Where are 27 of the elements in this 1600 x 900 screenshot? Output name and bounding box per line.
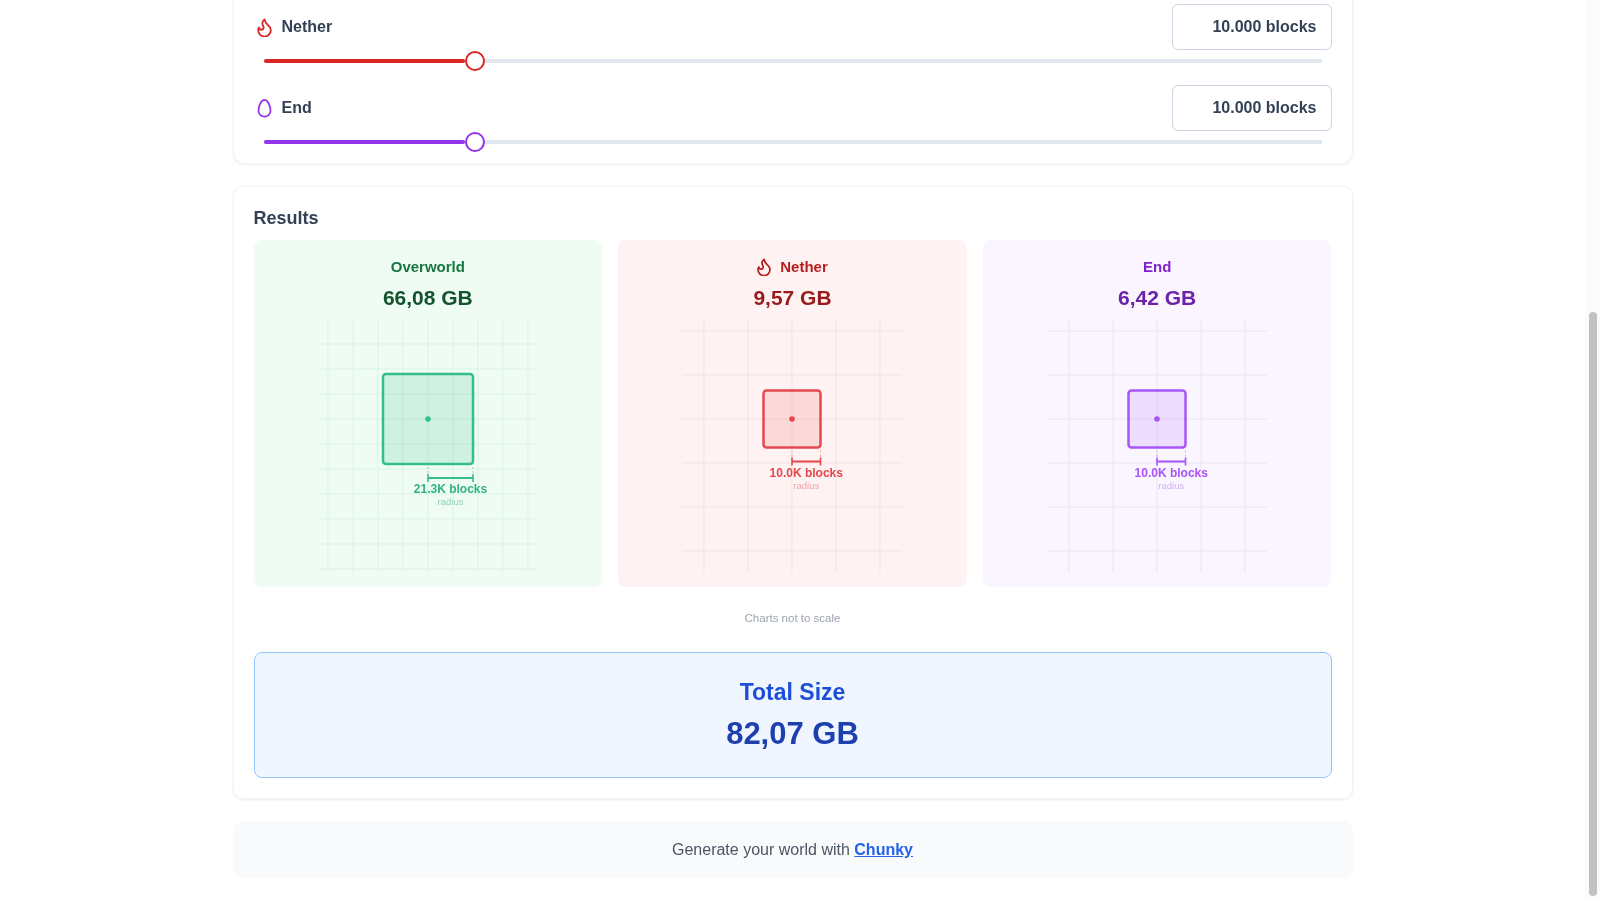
dimension-label: End xyxy=(281,99,312,117)
radius-caption: radius xyxy=(1158,479,1185,491)
results-heading: Results xyxy=(253,207,320,230)
dimension-title: Nether xyxy=(780,257,828,277)
size-value: 9,57 GB xyxy=(753,285,832,311)
size-value: 66,08 GB xyxy=(382,285,473,311)
blocks-input[interactable]: 10.000 blocks xyxy=(1171,4,1332,50)
footer-text: Generate your world with Chunky xyxy=(671,840,914,860)
size-value: 6,42 GB xyxy=(1118,285,1197,311)
slider-thumb[interactable] xyxy=(465,51,486,71)
radius-value: 10.0K blocks xyxy=(770,465,844,480)
blocks-input[interactable]: 10.000 blocks xyxy=(1171,85,1332,131)
scrollbar-thumb[interactable] xyxy=(1589,312,1597,896)
dimension-label: Nether xyxy=(281,18,333,36)
scale-note: Charts not to scale xyxy=(743,611,842,626)
slider-thumb[interactable] xyxy=(465,132,486,152)
dimension-title: End xyxy=(1143,257,1172,277)
flame-icon xyxy=(256,17,272,37)
dimension-title: Overworld xyxy=(390,257,465,277)
radius-value: 10.0K blocks xyxy=(1134,465,1209,480)
radius-caption: radius xyxy=(793,479,820,491)
chunky-link[interactable]: Chunky xyxy=(854,841,913,858)
radius-caption: radius xyxy=(437,496,464,507)
egg-icon xyxy=(256,98,272,118)
total-size-value: 82,07 GB xyxy=(725,715,860,753)
total-size-label: Total Size xyxy=(738,678,847,706)
radius-value: 21.3K blocks xyxy=(413,482,487,496)
